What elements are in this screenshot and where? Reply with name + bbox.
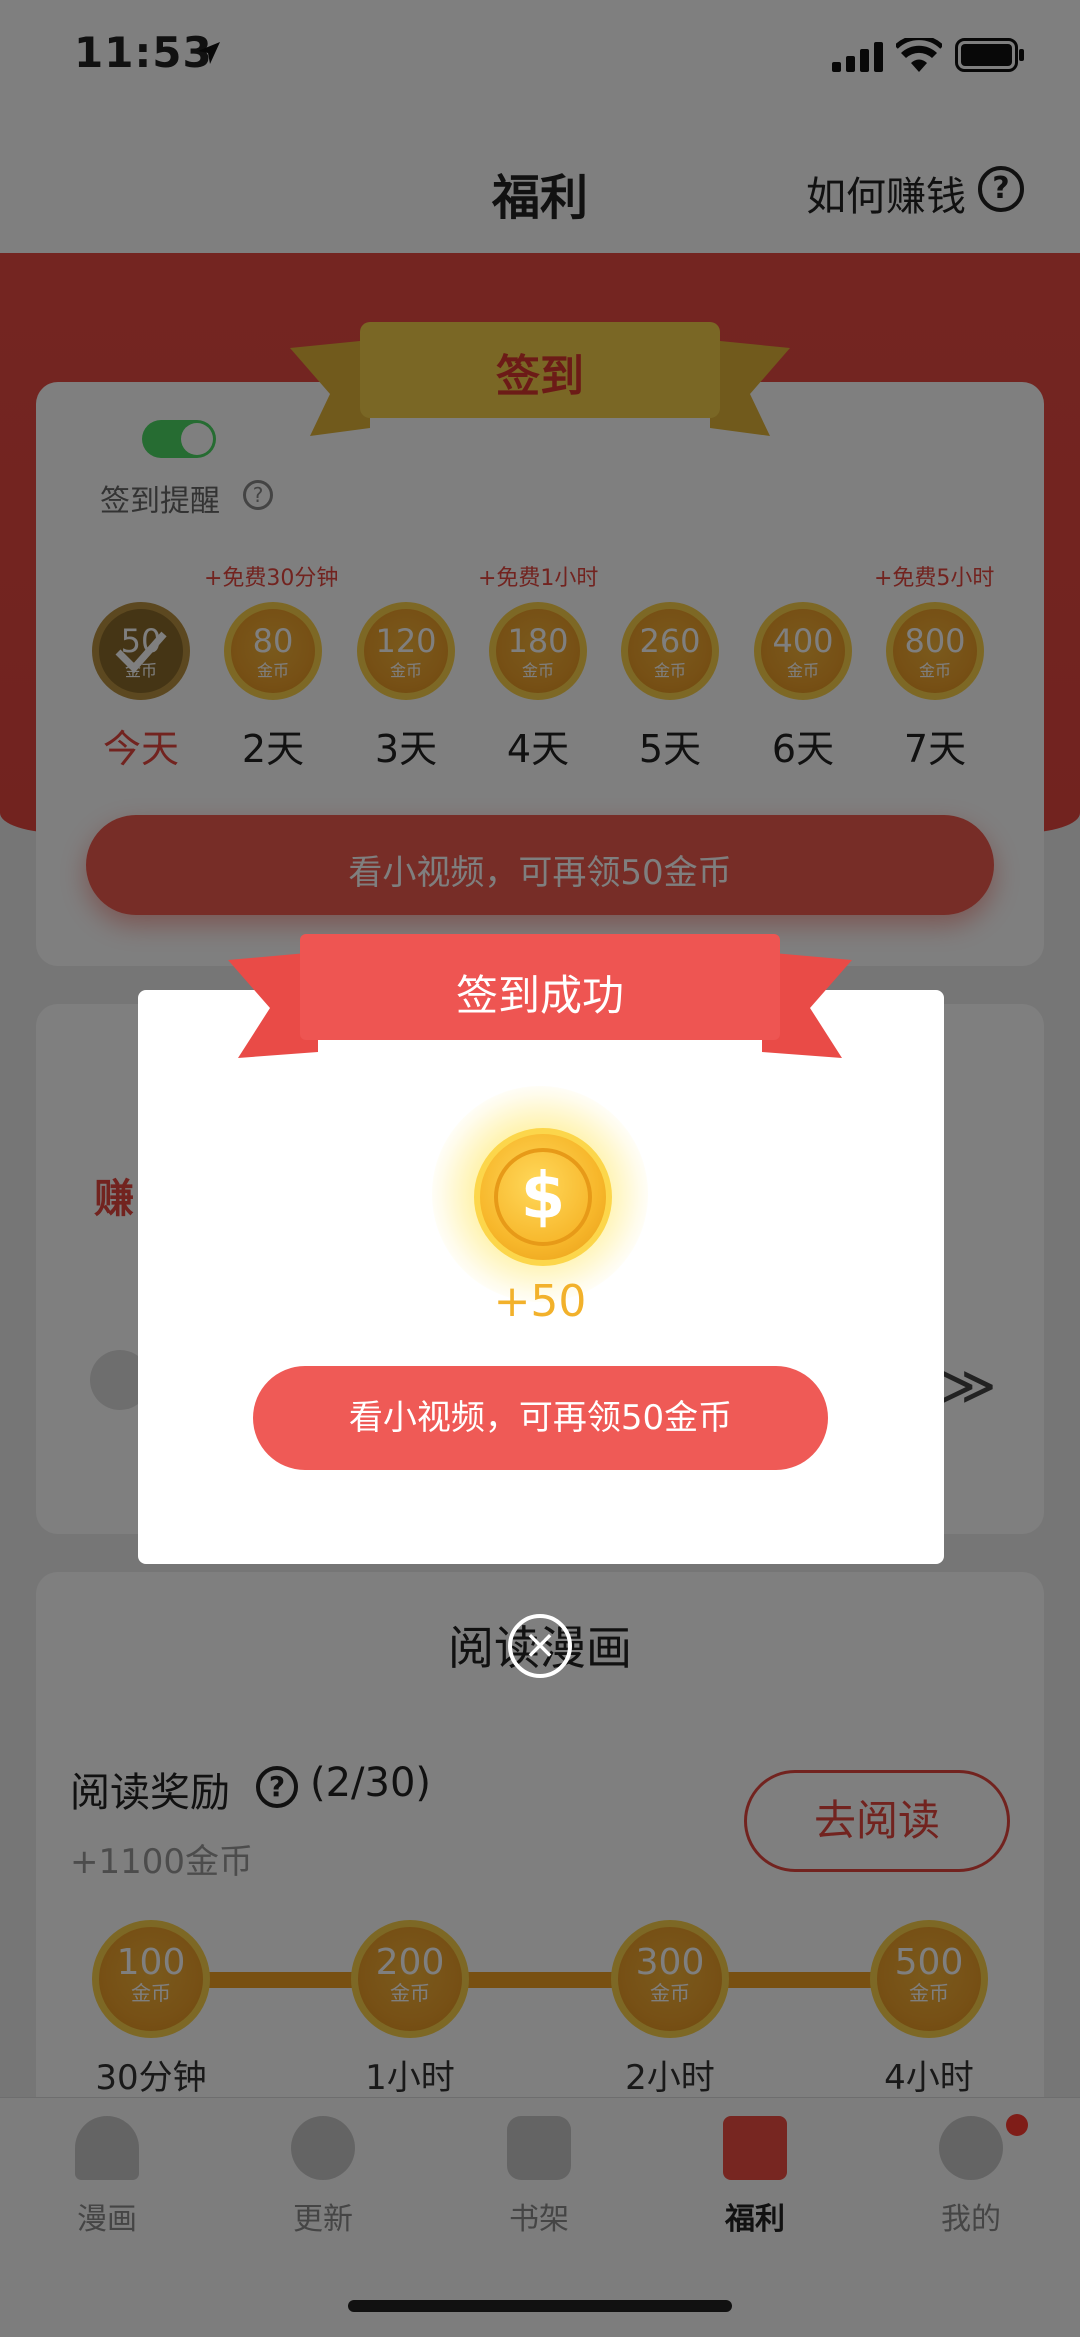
reward-amount: +50 (493, 1276, 587, 1327)
dollar-icon: $ (494, 1148, 592, 1246)
dialog-title: 签到成功 (455, 971, 624, 1020)
close-icon[interactable]: × (508, 1614, 572, 1678)
home-indicator (348, 2300, 732, 2312)
dialog-watch-video-button[interactable]: 看小视频，可再领50金币 (253, 1366, 828, 1470)
